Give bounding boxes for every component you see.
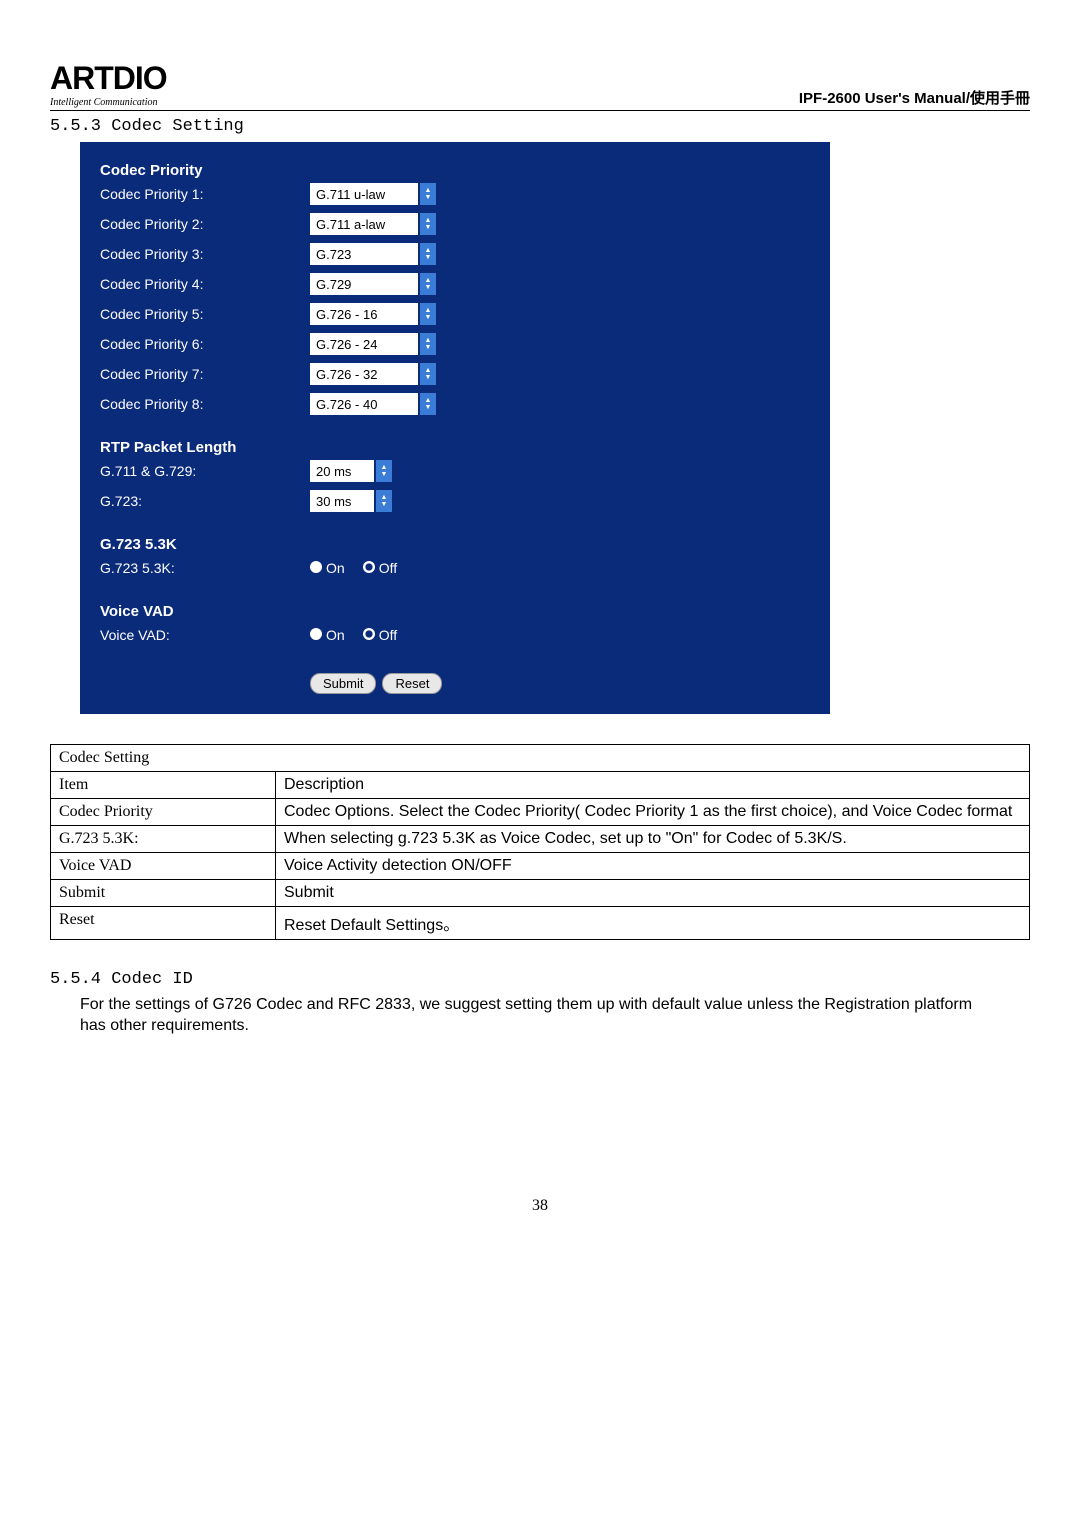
codec-id-paragraph: For the settings of G726 Codec and RFC 2…	[80, 995, 1000, 1037]
codec-priority-6-select[interactable]: G.726 - 24	[310, 333, 418, 355]
table-cell: Submit	[51, 880, 276, 907]
table-cell: Item	[51, 772, 276, 799]
stepper-arrows-icon[interactable]: ▲▼	[420, 363, 436, 385]
logo-subtitle: Intelligent Communication	[50, 97, 167, 108]
stepper-arrows-icon[interactable]: ▲▼	[420, 303, 436, 325]
codec-priority-5-select[interactable]: G.726 - 16	[310, 303, 418, 325]
table-cell: G.723 5.3K:	[51, 826, 276, 853]
stepper-arrows-icon[interactable]: ▲▼	[420, 243, 436, 265]
rtp-g723-label: G.723:	[100, 493, 310, 509]
codec-priority-8-label: Codec Priority 8:	[100, 396, 310, 412]
voice-vad-heading: Voice VAD	[100, 603, 810, 620]
vad-on-radio[interactable]: On	[310, 627, 345, 643]
codec-priority-5-label: Codec Priority 5:	[100, 306, 310, 322]
rtp-packet-length-heading: RTP Packet Length	[100, 439, 810, 456]
header-rule	[50, 110, 1030, 111]
codec-priority-8-select[interactable]: G.726 - 40	[310, 393, 418, 415]
page-number: 38	[50, 1197, 1030, 1215]
stepper-arrows-icon[interactable]: ▲▼	[420, 333, 436, 355]
voice-vad-label: Voice VAD:	[100, 627, 310, 643]
g723-53k-label: G.723 5.3K:	[100, 560, 310, 576]
rtp-g723-select[interactable]: 30 ms	[310, 490, 374, 512]
submit-button[interactable]: Submit	[310, 673, 376, 694]
codec-priority-7-select[interactable]: G.726 - 32	[310, 363, 418, 385]
g723-off-radio[interactable]: Off	[363, 560, 397, 576]
radio-selected-icon	[363, 628, 375, 640]
reset-button[interactable]: Reset	[382, 673, 442, 694]
codec-priority-2-select[interactable]: G.711 a-law	[310, 213, 418, 235]
table-cell: Voice Activity detection ON/OFF	[276, 853, 1030, 880]
g723-on-radio[interactable]: On	[310, 560, 345, 576]
stepper-arrows-icon[interactable]: ▲▼	[420, 273, 436, 295]
table-cell: Codec Options. Select the Codec Priority…	[276, 799, 1030, 826]
rtp-g711-g729-label: G.711 & G.729:	[100, 463, 310, 479]
table-cell: Codec Priority	[51, 799, 276, 826]
stepper-arrows-icon[interactable]: ▲▼	[376, 490, 392, 512]
codec-priority-heading: Codec Priority	[100, 162, 810, 179]
table-cell: Submit	[276, 880, 1030, 907]
codec-priority-3-select[interactable]: G.723	[310, 243, 418, 265]
logo-text: ARTDIO	[50, 60, 167, 97]
rtp-g711-g729-select[interactable]: 20 ms	[310, 460, 374, 482]
table-cell: When selecting g.723 5.3K as Voice Codec…	[276, 826, 1030, 853]
stepper-arrows-icon[interactable]: ▲▼	[420, 213, 436, 235]
codec-priority-7-label: Codec Priority 7:	[100, 366, 310, 382]
codec-priority-6-label: Codec Priority 6:	[100, 336, 310, 352]
codec-setting-table: Codec Setting ItemDescription Codec Prio…	[50, 744, 1030, 940]
radio-selected-icon	[363, 561, 375, 573]
section-codec-id: 5.5.4 Codec ID	[50, 970, 1030, 989]
table-cell: Voice VAD	[51, 853, 276, 880]
table-cell: Description	[276, 772, 1030, 799]
section-codec-setting: 5.5.3 Codec Setting	[50, 117, 1030, 136]
codec-priority-4-select[interactable]: G.729	[310, 273, 418, 295]
stepper-arrows-icon[interactable]: ▲▼	[376, 460, 392, 482]
radio-icon	[310, 561, 322, 573]
codec-priority-2-label: Codec Priority 2:	[100, 216, 310, 232]
stepper-arrows-icon[interactable]: ▲▼	[420, 183, 436, 205]
radio-icon	[310, 628, 322, 640]
table-cell: Reset	[51, 907, 276, 940]
table-header: Codec Setting	[51, 745, 1030, 772]
codec-priority-1-label: Codec Priority 1:	[100, 186, 310, 202]
table-cell: Reset Default Settings。	[276, 907, 1030, 940]
codec-priority-1-select[interactable]: G.711 u-law	[310, 183, 418, 205]
g723-53k-heading: G.723 5.3K	[100, 536, 810, 553]
codec-priority-4-label: Codec Priority 4:	[100, 276, 310, 292]
codec-settings-panel: Codec Priority Codec Priority 1:G.711 u-…	[80, 142, 830, 714]
vad-off-radio[interactable]: Off	[363, 627, 397, 643]
stepper-arrows-icon[interactable]: ▲▼	[420, 393, 436, 415]
codec-priority-3-label: Codec Priority 3:	[100, 246, 310, 262]
manual-title: IPF-2600 User's Manual/使用手冊	[799, 87, 1030, 108]
logo-block: ARTDIO Intelligent Communication	[50, 60, 167, 108]
